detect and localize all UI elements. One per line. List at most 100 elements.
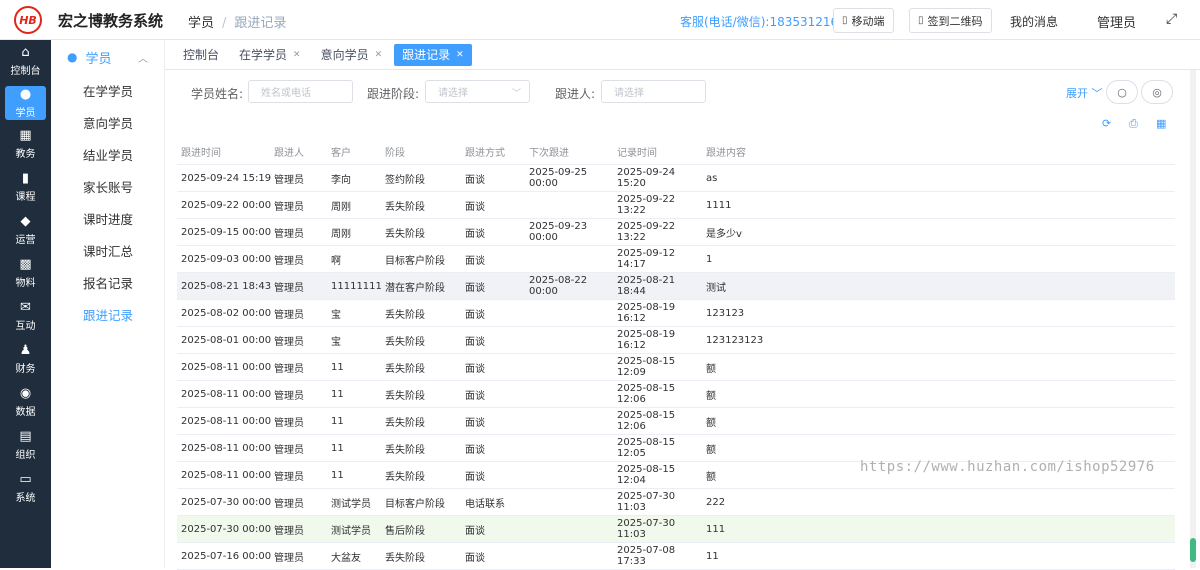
messages-link[interactable]: 我的消息 [1010, 13, 1058, 30]
sidebar-item-course[interactable]: ▮ 课程 [0, 166, 51, 209]
submenu-item-enrolled[interactable]: 在学学员 [51, 74, 164, 106]
table-cell: 管理员 [274, 228, 304, 240]
table-cell: 2025-08-11 00:00 [181, 361, 272, 373]
follower-label: 跟进人: [555, 87, 596, 101]
table-cell: as [706, 172, 718, 184]
table-row[interactable]: 2025-07-30 00:00 管理员 测试学员 目标客户阶段 电话联系 2025-07… [177, 489, 1175, 516]
table-cell: 2025-09-25 00:00 [529, 167, 588, 189]
table-cell: 2025-09-03 00:00 [181, 253, 272, 265]
table-cell: 目标客户阶段 [385, 498, 445, 510]
table-row[interactable]: 2025-08-21 18:43 管理员 11111111 潜在客户阶段 面谈 2025-… [177, 273, 1175, 300]
grid-icon: ▩ [19, 257, 32, 272]
book-icon: ▮ [21, 171, 30, 186]
column-header: 下次跟进 [529, 147, 569, 159]
table-row[interactable]: 2025-08-01 00:00 管理员 宝 丢失阶段 面谈 2025-08-19 16:… [177, 327, 1175, 354]
mail-icon: ✉ [20, 300, 31, 315]
table-cell: 面谈 [465, 390, 485, 402]
sidebar-item-interaction[interactable]: ✉ 互动 [0, 295, 51, 338]
sidebar-item-academic[interactable]: ▦ 教务 [0, 123, 51, 166]
student-name-label: 学员姓名: [191, 87, 244, 101]
fullscreen-icon[interactable]: ⤢ [1166, 11, 1177, 27]
mobile-button[interactable]: ▯ 移动端 [833, 8, 894, 33]
table-cell: 管理员 [274, 336, 304, 348]
table-cell: 2025-08-01 00:00 [181, 334, 272, 346]
table-cell: 潜在客户阶段 [385, 282, 445, 294]
sidebar-item-operation[interactable]: ◆ 运营 [0, 209, 51, 252]
table-row[interactable]: 2025-07-16 00:00 管理员 大盆友 丢失阶段 面谈 2025-07-08 1… [177, 543, 1175, 570]
table-row[interactable]: 2025-08-02 00:00 管理员 宝 丢失阶段 面谈 2025-08-19 16:… [177, 300, 1175, 327]
scrollbar-track[interactable] [1190, 70, 1196, 568]
close-icon[interactable]: ✕ [293, 50, 301, 60]
tab-follow-up[interactable]: 跟进记录 ✕ [394, 43, 472, 66]
table-row[interactable]: 2025-09-22 00:00 管理员 周刚 丢失阶段 面谈 2025-09-22 13… [177, 192, 1175, 219]
table-cell: 2025-07-08 17:33 [617, 545, 676, 567]
submenu-item-intention[interactable]: 意向学员 [51, 106, 164, 138]
submenu-item-lesson-summary[interactable]: 课时汇总 [51, 234, 164, 266]
columns-icon[interactable]: ▦ [1156, 117, 1166, 130]
sidebar-item-label: 互动 [15, 321, 36, 332]
table-cell: 2025-08-19 16:12 [617, 302, 676, 324]
follower-select[interactable]: 请选择 [601, 80, 706, 103]
stage-select-placeholder: 请选择 [438, 88, 468, 99]
table-cell: 2025-08-11 00:00 [181, 442, 272, 454]
user-menu[interactable]: 管理员 [1097, 12, 1136, 31]
table-row[interactable]: 2025-07-30 00:00 管理员 测试学员 售后阶段 面谈 2025-07-30 … [177, 516, 1175, 543]
stage-select[interactable]: 请选择 ﹀ [425, 80, 530, 103]
breadcrumb-item-student[interactable]: 学员 [188, 16, 214, 31]
tab-enrolled[interactable]: 在学学员 ✕ [231, 44, 309, 66]
table-cell: 2025-07-16 00:00 [181, 550, 272, 562]
table-cell: 管理员 [274, 498, 304, 510]
table-cell: 额 [706, 444, 716, 456]
table-row[interactable]: 2025-09-15 00:00 管理员 周刚 丢失阶段 面谈 2025-09-23 00… [177, 219, 1175, 246]
sidebar-item-label: 教务 [15, 149, 36, 160]
person-icon: ♟ [19, 343, 32, 358]
qr-code-button[interactable]: ▯ 签到二维码 [909, 8, 992, 33]
sidebar-item-material[interactable]: ▩ 物料 [0, 252, 51, 295]
search-button[interactable]: ○ [1106, 80, 1138, 104]
submenu-header[interactable]: ● 学员 ︿ [51, 40, 164, 74]
building-icon: ▤ [19, 429, 32, 444]
service-contact[interactable]: 客服(电话/微信):18353121661 [680, 13, 853, 30]
table-row[interactable]: 2025-08-11 00:00 管理员 11 丢失阶段 面谈 2025-08-15 12… [177, 354, 1175, 381]
sidebar-item-system[interactable]: ▭ 系统 [0, 467, 51, 510]
tab-console[interactable]: 控制台 [175, 44, 227, 66]
column-header: 阶段 [385, 147, 405, 159]
tab-label: 意向学员 [320, 48, 369, 62]
submenu-item-lesson-progress[interactable]: 课时进度 [51, 202, 164, 234]
close-icon[interactable]: ✕ [375, 50, 383, 60]
reset-button[interactable]: ◎ [1141, 80, 1173, 104]
tab-bar: 控制台 在学学员 ✕ 意向学员 ✕ 跟进记录 ✕ [165, 40, 1200, 70]
expand-toggle[interactable]: 展开 ﹀ [1066, 85, 1103, 101]
submenu-item-graduated[interactable]: 结业学员 [51, 138, 164, 170]
table-row[interactable]: 2025-08-11 00:00 管理员 11 丢失阶段 面谈 2025-08-15 12… [177, 435, 1175, 462]
sidebar-item-console[interactable]: ⌂ 控制台 [0, 40, 51, 83]
table-cell: 2025-09-22 13:22 [617, 221, 676, 243]
sidebar-item-finance[interactable]: ♟ 财务 [0, 338, 51, 381]
table-cell: 管理员 [274, 552, 304, 564]
table-row[interactable]: 2025-09-03 00:00 管理员 啊 目标客户阶段 面谈 2025-09-12 1… [177, 246, 1175, 273]
table-cell: 管理员 [274, 525, 304, 537]
tab-intention[interactable]: 意向学员 ✕ [313, 44, 391, 66]
sidebar-item-data[interactable]: ◉ 数据 [0, 381, 51, 424]
tab-label: 跟进记录 [402, 48, 451, 62]
table-cell: 丢失阶段 [385, 417, 425, 429]
refresh-icon[interactable]: ⟳ [1102, 117, 1111, 130]
submenu-item-enrollment-record[interactable]: 报名记录 [51, 266, 164, 298]
column-header: 记录时间 [617, 147, 657, 159]
scrollbar-thumb[interactable] [1190, 538, 1196, 562]
table-cell: 1111 [706, 199, 732, 211]
table-row[interactable]: 2025-08-11 00:00 管理员 11 丢失阶段 面谈 2025-08-15 12… [177, 408, 1175, 435]
sidebar-item-student[interactable]: ● 学员 [5, 86, 46, 120]
table-row[interactable]: 2025-08-11 00:00 管理员 11 丢失阶段 面谈 2025-08-15 12… [177, 381, 1175, 408]
submenu-item-follow-up-record[interactable]: 跟进记录 [51, 298, 164, 330]
table-cell: 面谈 [465, 255, 485, 267]
print-icon[interactable]: ⎙ [1129, 117, 1138, 131]
mobile-button-label: 移动端 [851, 14, 885, 28]
submenu-item-parent-account[interactable]: 家长账号 [51, 170, 164, 202]
table-row[interactable]: 2025-09-24 15:19 管理员 李向 签约阶段 面谈 2025-09-25 00… [177, 165, 1175, 192]
close-icon[interactable]: ✕ [456, 50, 464, 60]
sidebar-item-label: 控制台 [10, 66, 41, 77]
table-cell: 11111111 [331, 280, 382, 292]
student-name-input[interactable]: 姓名或电话 [248, 80, 353, 103]
sidebar-item-organization[interactable]: ▤ 组织 [0, 424, 51, 467]
